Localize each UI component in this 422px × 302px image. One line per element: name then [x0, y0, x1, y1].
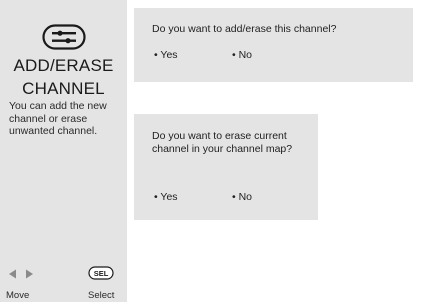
option-no[interactable]: • No — [232, 49, 252, 62]
erase-channel-dialog: Do you want to erase current channel in … — [134, 114, 318, 220]
sidebar: ADD/ERASE CHANNEL You can add the new ch… — [0, 0, 127, 302]
dialog-question: Do you want to erase current channel in … — [152, 130, 293, 155]
menu-description: You can add the new channel or erase unw… — [9, 100, 107, 137]
option-no[interactable]: • No — [232, 191, 252, 204]
menu-title-line2: CHANNEL — [22, 79, 105, 98]
option-yes[interactable]: • Yes — [154, 191, 178, 204]
move-label: Move — [6, 290, 30, 301]
select-label: Select — [88, 290, 115, 301]
svg-text:SEL: SEL — [94, 269, 109, 278]
dialog-question: Do you want to add/erase this channel? — [152, 23, 337, 35]
remote-control-icon — [42, 24, 86, 50]
sel-button-icon: SEL — [88, 266, 114, 280]
menu-title-line1: ADD/ERASE — [13, 56, 114, 75]
add-erase-dialog: Do you want to add/erase this channel? •… — [134, 8, 413, 82]
option-yes[interactable]: • Yes — [154, 49, 178, 62]
left-right-arrows-icon — [9, 269, 33, 279]
